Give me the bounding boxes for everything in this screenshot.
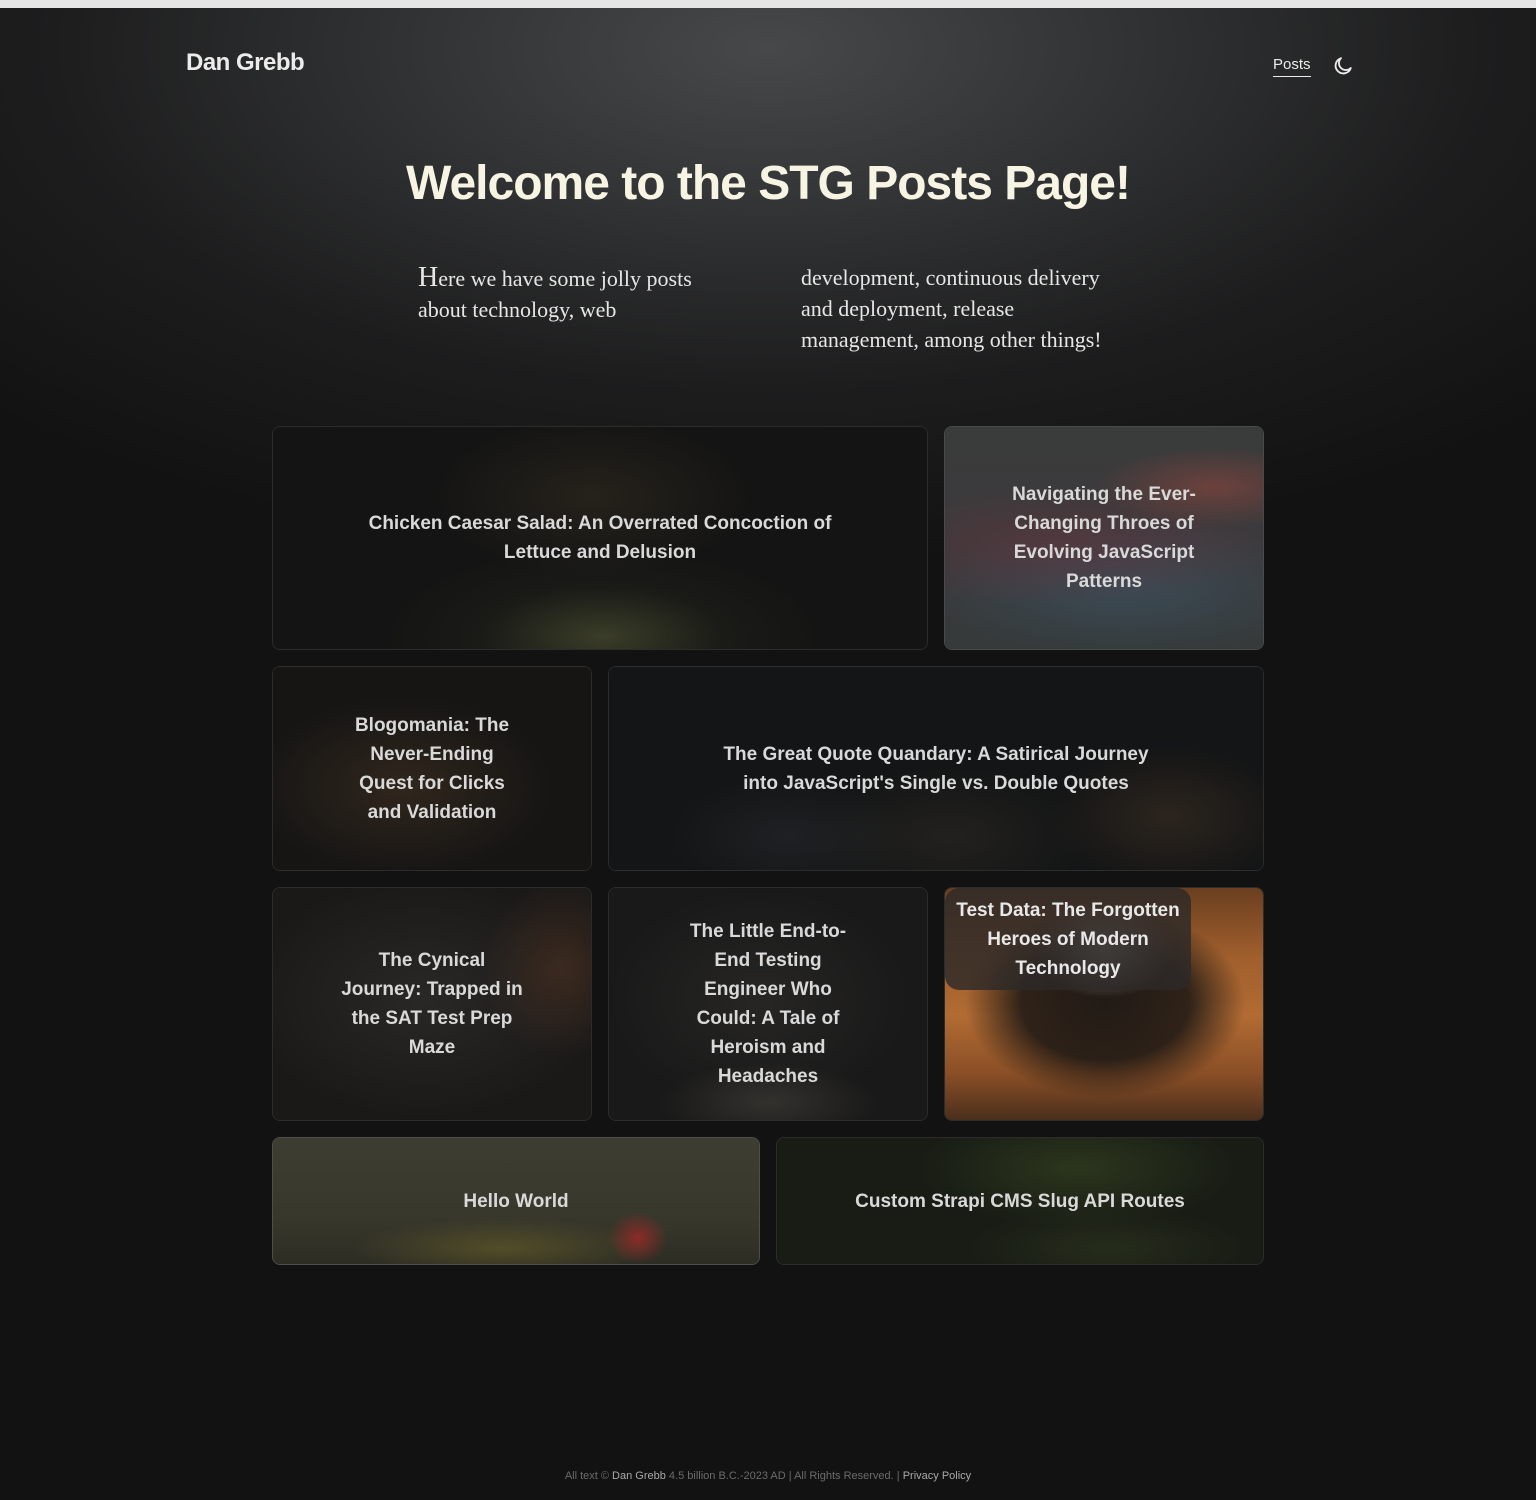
post-card[interactable]: Test Data: The Forgotten Heroes of Moder… xyxy=(944,887,1264,1121)
post-card-title: The Great Quote Quandary: A Satirical Jo… xyxy=(723,743,1149,794)
site-footer: All text © Dan Grebb 4.5 billion B.C.-20… xyxy=(0,1470,1536,1482)
post-card[interactable]: Custom Strapi CMS Slug API Routes xyxy=(776,1137,1264,1265)
privacy-policy-link[interactable]: Privacy Policy xyxy=(903,1470,971,1482)
footer-span: 4.5 billion B.C.-2023 AD | All Rights Re… xyxy=(668,1470,900,1482)
post-card-title: The Little End-to-End Testing Engineer W… xyxy=(689,921,847,1087)
site-logo[interactable]: Dan Grebb xyxy=(186,49,305,77)
browser-top-strip xyxy=(0,0,1536,8)
post-card[interactable]: Hello World xyxy=(272,1137,760,1265)
intro-paragraph: Here we have some jolly posts about tech… xyxy=(418,262,1118,355)
nav-link-posts[interactable]: Posts xyxy=(1273,56,1311,77)
post-card-title: The Cynical Journey: Trapped in the SAT … xyxy=(341,950,523,1058)
page-title: Welcome to the STG Posts Page! xyxy=(406,157,1131,210)
post-card-title: Custom Strapi CMS Slug API Routes xyxy=(855,1190,1185,1212)
post-card-title: Blogomania: The Never-Ending Quest for C… xyxy=(354,714,510,823)
post-card[interactable]: The Little End-to-End Testing Engineer W… xyxy=(608,887,928,1121)
footer-prefix: All text © xyxy=(564,1470,609,1482)
post-card-title-overlay: Test Data: The Forgotten Heroes of Moder… xyxy=(945,888,1191,990)
post-card[interactable]: Navigating the Ever-Changing Throes of E… xyxy=(944,426,1264,650)
post-card[interactable]: The Great Quote Quandary: A Satirical Jo… xyxy=(608,666,1264,871)
post-card-title: Test Data: The Forgotten Heroes of Moder… xyxy=(956,899,1180,979)
moon-icon[interactable] xyxy=(1332,55,1354,77)
post-card[interactable]: Blogomania: The Never-Ending Quest for C… xyxy=(272,666,592,871)
post-card-title: Navigating the Ever-Changing Throes of E… xyxy=(1012,484,1196,592)
post-card-title: Chicken Caesar Salad: An Overrated Conco… xyxy=(368,513,832,563)
post-card[interactable]: Chicken Caesar Salad: An Overrated Conco… xyxy=(272,426,928,650)
intro-text: ere we have some jolly posts about techn… xyxy=(418,265,1102,352)
post-card-title: Hello World xyxy=(463,1190,569,1212)
footer-author: Dan Grebb xyxy=(612,1470,666,1482)
intro-drop-cap: H xyxy=(418,262,439,293)
post-card[interactable]: The Cynical Journey: Trapped in the SAT … xyxy=(272,887,592,1121)
